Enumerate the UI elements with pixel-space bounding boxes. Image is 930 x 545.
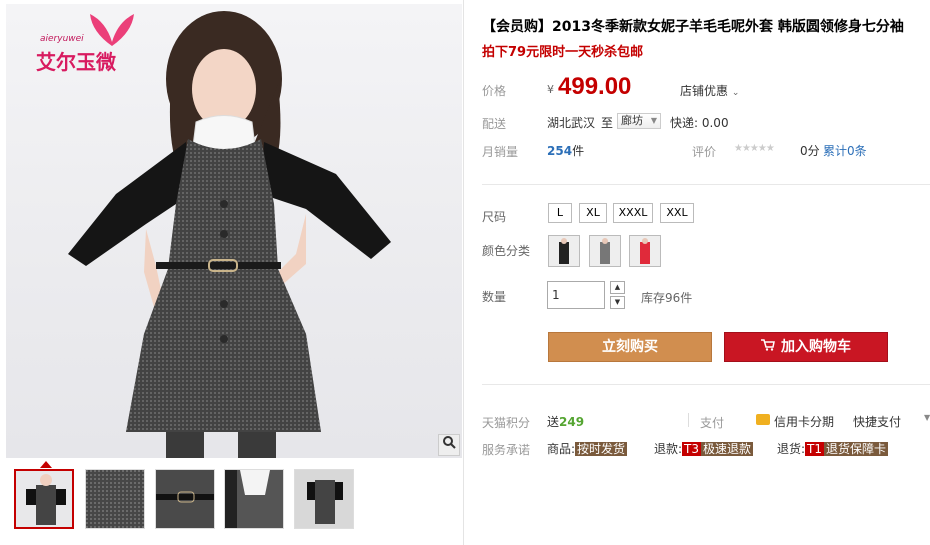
service-goods: 商品: 按时发货 [547,440,628,457]
size-option-l[interactable]: L [548,203,572,223]
tmall-points-label: 天猫积分 [482,416,531,430]
on-time-ship-badge[interactable]: 按时发货 [575,442,628,456]
goods-label: 商品: [547,442,576,456]
quantity-label: 数量 [482,290,507,304]
product-promo-subtitle: 拍下79元限时一天秒杀包邮 [482,45,644,60]
butterfly-logo-icon [90,14,134,46]
brand-logo: aieryuwei 艾尔玉微 [36,12,146,74]
panel-divider [463,0,464,545]
add-to-cart-label: 加入购物车 [781,339,851,355]
shop-discount-label: 店铺优惠 [680,84,729,98]
thumbnail-2[interactable] [85,469,145,529]
currency-symbol: ¥ [547,83,554,96]
zoom-button[interactable] [438,434,460,456]
review-count-link[interactable]: 累计0条 [823,142,867,159]
credit-card-icon [756,414,770,425]
color-option-red[interactable] [629,235,661,267]
quantity-input[interactable]: 1 [547,281,605,309]
shipping-origin: 湖北武汉 [547,116,596,130]
thumbnail-4[interactable] [224,469,284,529]
destination-value: 廊坊 [621,114,643,127]
color-label: 颜色分类 [482,244,531,258]
rating-score: 0分 [800,144,820,158]
thumbnail-1[interactable] [14,469,74,529]
thumbnail-3[interactable] [155,469,215,529]
monthly-sales-unit: 件 [572,144,585,158]
product-title: 【会员购】2013冬季新款女妮子羊毛毛呢外套 韩版圆领修身七分袖 [482,19,904,35]
section-divider [482,184,930,185]
stock-count: 库存96件 [641,291,693,305]
points-value: 送249 [547,413,584,430]
payment-more-icon[interactable]: ▼ [924,413,930,422]
thumbnail-indicator [40,461,52,468]
service-promise-label: 服务承诺 [482,443,531,457]
price-label: 价格 [482,84,507,98]
cart-icon [761,333,775,361]
magnifier-icon [443,436,456,449]
vertical-separator [688,413,689,427]
size-option-xxxl[interactable]: XXXL [613,203,653,223]
thumbnail-5[interactable] [294,469,354,529]
credit-installment-link[interactable]: 信用卡分期 [774,413,834,430]
chevron-down-icon: ⌄ [731,88,740,98]
rating-label: 评价 [692,145,717,159]
color-option-grey[interactable] [589,235,621,267]
price-value: 499.00 [558,73,632,100]
shipping-to-label: 至 [601,116,614,130]
service-refund: 退款: T3 极速退款 [654,440,754,457]
shipping-label: 配送 [482,117,507,131]
buy-now-button[interactable]: 立刻购买 [548,332,712,362]
payment-label: 支付 [700,416,725,430]
quantity-decrease-button[interactable]: ▼ [610,296,625,309]
color-option-black[interactable] [548,235,580,267]
rating-stars-icon: ★★★★★ [734,143,775,154]
monthly-sales: 254件 [547,142,584,159]
points-prefix: 送 [547,415,560,429]
refund-code-badge: T3 [682,442,702,456]
shipping-fee: 快递: 0.00 [670,116,729,130]
return-guarantee-badge[interactable]: 退货保障卡 [824,442,889,456]
monthly-sales-label: 月销量 [482,145,519,159]
service-return: 退货: T1 退货保障卡 [777,440,889,457]
main-product-image[interactable]: aieryuwei 艾尔玉微 [6,4,462,458]
product-gallery: aieryuwei 艾尔玉微 [0,0,465,545]
refund-label: 退款: [654,442,683,456]
quantity-increase-button[interactable]: ▲ [610,281,625,294]
brand-name: 艾尔玉微 [36,50,116,74]
destination-select[interactable]: 廊坊 ▼ [617,113,661,129]
monthly-sales-count: 254 [547,144,573,158]
shop-discount-dropdown[interactable]: 店铺优惠 ⌄ [680,82,739,99]
return-code-badge: T1 [805,442,825,456]
size-option-xl[interactable]: XL [579,203,607,223]
fast-refund-badge[interactable]: 极速退款 [701,442,754,456]
add-to-cart-button[interactable]: 加入购物车 [724,332,888,362]
quick-pay-link[interactable]: 快捷支付 [853,413,901,430]
dropdown-arrow-icon: ▼ [650,116,657,125]
brand-latin-name: aieryuwei [40,34,84,44]
points-amount: 249 [559,415,585,429]
return-label: 退货: [777,442,806,456]
size-label: 尺码 [482,210,507,224]
size-option-xxl[interactable]: XXL [660,203,694,223]
section-divider-2 [482,384,930,385]
